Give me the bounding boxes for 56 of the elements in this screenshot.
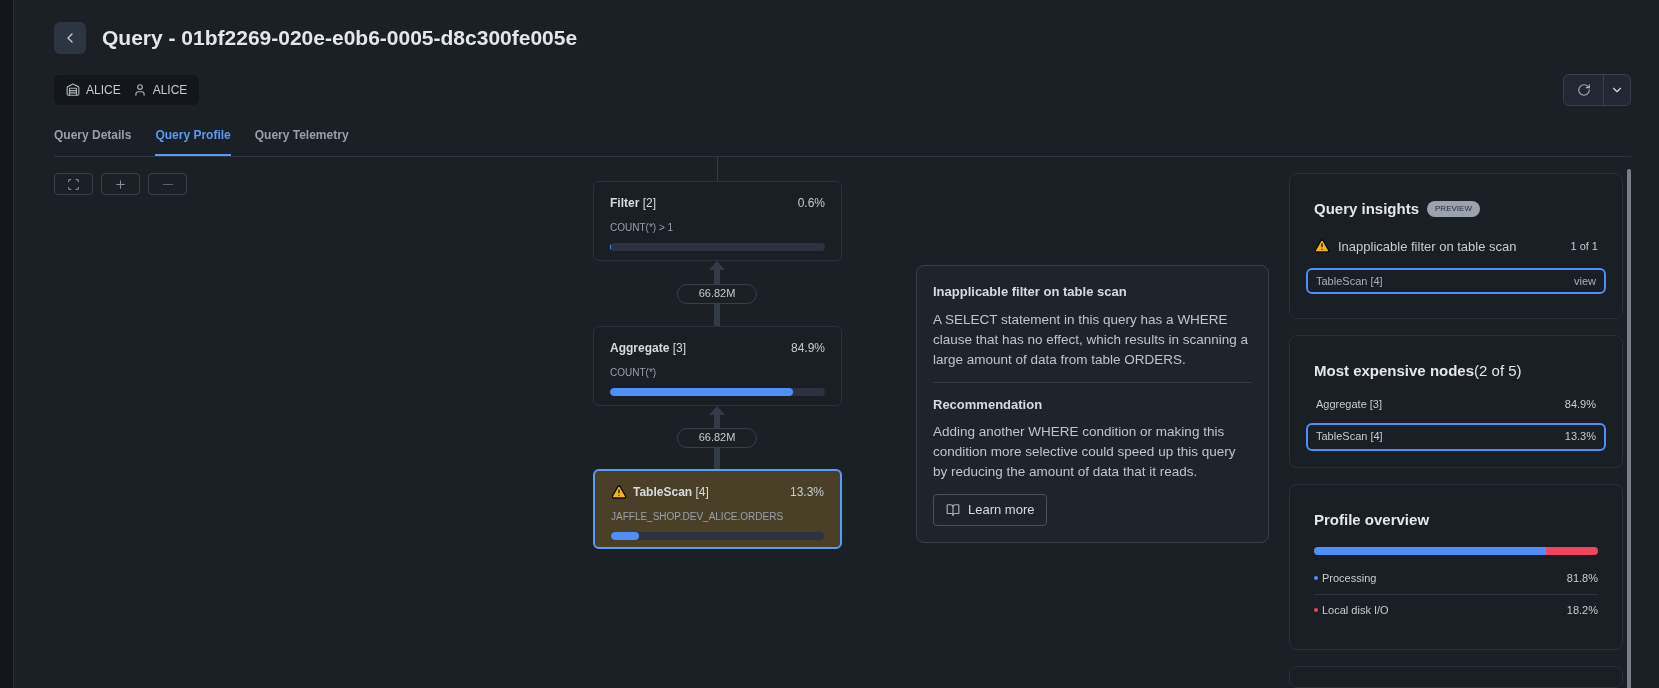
row-count-label: 66.82M [677, 427, 757, 448]
zoom-out-button[interactable] [148, 173, 187, 195]
card-title: Query insights [1314, 199, 1420, 219]
warehouse-icon [66, 83, 80, 97]
legend-value: 18.2% [1566, 602, 1598, 618]
recommendation-title: Recommendation [933, 395, 1044, 414]
back-button[interactable] [54, 22, 86, 54]
node-title: TableScan [4] [633, 484, 709, 501]
node-label: TableScan [4] [1316, 429, 1383, 445]
node-detail: JAFFLE_SHOP.DEV_ALICE.ORDERS [611, 510, 785, 524]
warning-icon [1314, 238, 1330, 255]
node-title: Filter [2] [610, 195, 657, 212]
popover-title: Inapplicable filter on table scan [933, 283, 1128, 301]
user-icon [132, 83, 147, 97]
minus-icon [162, 183, 173, 185]
node-percent: 84.9% [1564, 397, 1596, 413]
legend-label: Processing [1322, 571, 1377, 586]
plan-node[interactable]: Aggregate [3] 84.9% COUNT(*) [593, 326, 842, 406]
chip-label: ALICE [86, 82, 121, 99]
tab[interactable]: Query Telemetry [254, 126, 349, 156]
node-percent: 0.6% [797, 195, 825, 212]
node-detail: COUNT(*) > 1 [610, 221, 675, 235]
recommendation-text: Adding another WHERE condition or making this condition more selective could speed up this query by reducing the amount of data that it reads. [933, 423, 1237, 481]
book-icon [946, 503, 960, 517]
popover-description: A SELECT statement in this query has a WHERE clause that has no effect, which results in scanning a large amount of data from table ORDERS. [933, 310, 1249, 369]
insight-node-link[interactable]: TableScan [4] view [1306, 268, 1606, 294]
card-title: Most expensive nodes(2 of 5) [1313, 361, 1523, 381]
chip-label: ALICE [152, 82, 188, 99]
plus-icon [114, 177, 127, 191]
node-label: TableScan [4] [1316, 273, 1383, 289]
node-detail: COUNT(*) [610, 366, 658, 380]
zoom-in-button[interactable] [101, 173, 140, 195]
expensive-node-row[interactable]: Aggregate [3] 84.9% [1306, 390, 1606, 419]
tab[interactable]: Query Details [54, 126, 132, 156]
fit-view-icon [67, 177, 80, 191]
node-title: Aggregate [3] [610, 340, 687, 357]
page-title: Query - 01bf2269-020e-e0b6-0005-d8c300fe005e [102, 25, 578, 52]
preview-badge: PREVIEW [1427, 201, 1480, 218]
node-percent: 13.3% [1564, 429, 1596, 445]
plan-node[interactable]: TableScan [4] 13.3% JAFFLE_SHOP.DEV_ALICE.ORDERS [593, 469, 842, 549]
tab[interactable]: Query Profile [155, 126, 231, 156]
learn-more-button[interactable]: Learn more [933, 494, 1048, 526]
node-label: Aggregate [3] [1316, 397, 1383, 413]
node-percent: 84.9% [790, 340, 825, 357]
card-title: Profile overview [1314, 509, 1431, 530]
node-percent: 13.3% [789, 484, 824, 501]
plan-node[interactable]: Filter [2] 0.6% COUNT(*) > 1 [593, 181, 842, 261]
refresh-icon [1576, 83, 1591, 97]
insight-text: Inapplicable filter on table scan [1338, 237, 1517, 256]
legend-label: Local disk I/O [1322, 602, 1389, 618]
view-link[interactable]: view [1574, 272, 1596, 290]
row-count-label: 66.82M [677, 283, 757, 304]
legend-value: 81.8% [1566, 571, 1598, 586]
insight-count: 1 of 1 [1570, 239, 1598, 254]
expensive-node-row[interactable]: TableScan [4] 13.3% [1306, 422, 1606, 451]
fit-view-button[interactable] [54, 173, 93, 195]
